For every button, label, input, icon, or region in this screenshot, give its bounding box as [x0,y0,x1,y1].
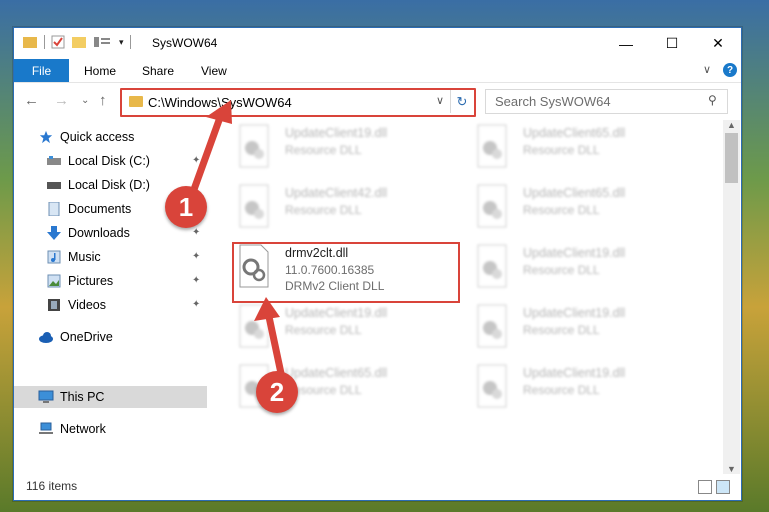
annotation-arrows [188,100,286,379]
step-marker-2: 2 [256,371,298,413]
step-marker-1: 1 [165,186,207,228]
